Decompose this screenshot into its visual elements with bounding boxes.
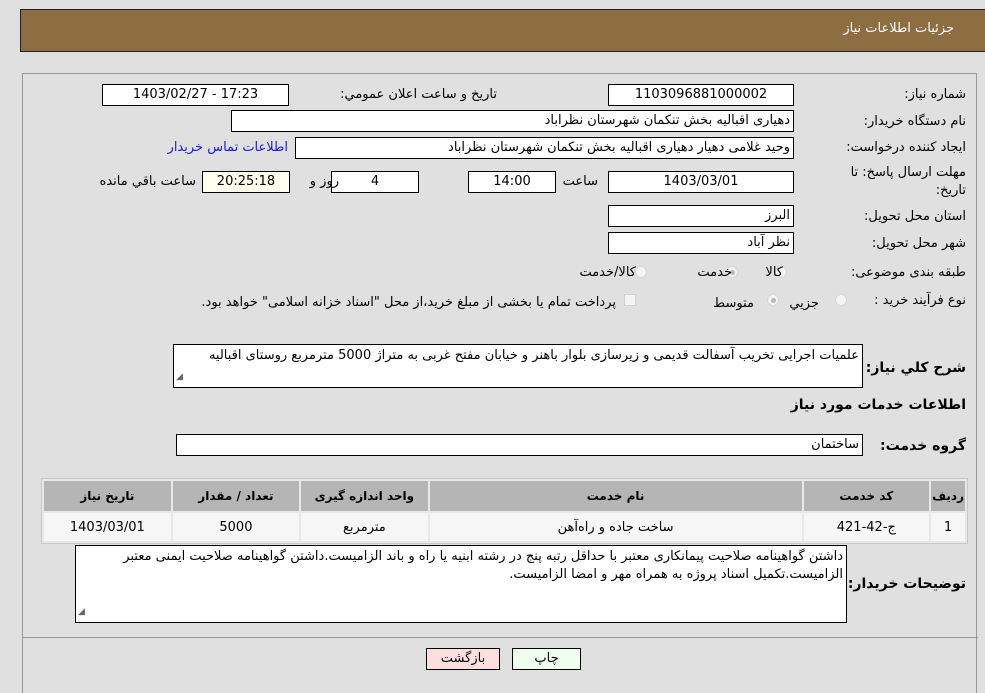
cell-service-code: ج-42-421 [803,513,930,541]
col-need-date: تاریخ نیاز [44,481,171,511]
resize-handle-icon[interactable]: ◢ [78,603,85,621]
buyer-contact-link[interactable]: اطلاعات تماس خریدار [168,140,288,155]
purchase-type-minor-radio[interactable] [835,294,847,306]
summary-label: شرح کلي نیاز: [865,360,966,376]
deadline-time-label: ساعت [562,174,598,189]
footer-divider [23,637,978,638]
announce-datetime-field: 1403/02/27 - 17:23 [102,84,289,106]
category-label: طبقه بندی موضوعی: [850,265,966,280]
purchase-type-medium-label: متوسط [713,296,754,311]
details-panel: شماره نیاز: 1103096881000002 تاریخ و ساع… [22,73,978,693]
deadline-label: مهلت ارسال پاسخ: تا [850,165,966,180]
category-goods-service-label: کالا/خدمت [579,265,636,280]
deadline-date-field: 1403/03/01 [608,171,794,193]
col-unit: واحد اندازه گیری [301,481,428,511]
summary-text: علمیات اجرایی تخریب آسفالت قدیمی و زیرسا… [208,348,859,363]
time-remaining-field: 20:25:18 [202,171,290,193]
treasury-note: پرداخت تمام یا بخشی از مبلغ خرید،از محل … [201,295,616,310]
page-header: جزئیات اطلاعات نیاز [20,9,985,52]
cell-need-date: 1403/03/01 [44,513,171,541]
province-field: البرز [608,205,794,227]
need-number-label: شماره نیاز: [904,87,966,102]
cell-row-number: 1 [931,513,965,541]
time-remaining-label: ساعت باقي مانده [99,174,196,189]
col-service-name: نام خدمت [429,481,802,511]
category-goods-service-radio[interactable] [635,266,647,278]
city-label: شهر محل تحویل: [871,236,966,251]
buyer-notes-textarea[interactable]: داشتن گواهینامه صلاحیت پیمانکاری معتبر ب… [75,545,847,623]
cell-quantity: 5000 [172,513,300,541]
requester-label: ایجاد کننده درخواست: [846,140,966,155]
services-section-title: اطلاعات خدمات مورد نیاز [790,397,966,413]
deadline-time-field: 14:00 [468,171,556,193]
purchase-type-label: نوع فرآیند خرید : [874,293,966,308]
need-number-field: 1103096881000002 [608,84,794,106]
buyer-org-field: دهیاری اقبالیه بخش تنکمان شهرستان نظرابا… [231,110,794,132]
purchase-type-minor-label: جزیي [789,296,819,311]
col-service-code: کد خدمت [803,481,930,511]
announce-datetime-label: تاریخ و ساعت اعلان عمومي: [340,87,497,102]
buyer-org-label: نام دستگاه خریدار: [863,114,966,129]
cell-service-name: ساخت جاده و راه‌آهن [429,513,802,541]
print-button[interactable]: چاپ [512,648,581,670]
service-group-field: ساختمان [176,434,863,456]
days-remaining-field: 4 [331,171,419,193]
buyer-notes-label: توضیحات خریدار: [847,576,966,592]
category-service-label: خدمت [697,265,732,280]
purchase-type-medium-radio[interactable] [767,294,779,306]
buyer-notes-text: داشتن گواهینامه صلاحیت پیمانکاری معتبر ب… [123,549,843,582]
table-header-row: ردیف کد خدمت نام خدمت واحد اندازه گیری ت… [44,481,965,511]
summary-textarea[interactable]: علمیات اجرایی تخریب آسفالت قدیمی و زیرسا… [173,344,863,388]
back-button[interactable]: بازگشت [426,648,500,670]
days-label: روز و [309,174,339,189]
cell-unit: مترمربع [301,513,428,541]
requester-field: وحید غلامی دهیار دهیاری اقبالیه بخش تنکم… [295,137,794,159]
deadline-label-date: تاریخ: [935,183,966,198]
resize-handle-icon[interactable]: ◢ [176,368,183,386]
page-title: جزئیات اطلاعات نیاز [843,21,954,36]
category-goods-label: کالا [765,265,783,280]
city-field: نظر آباد [608,232,794,254]
table-row: 1 ج-42-421 ساخت جاده و راه‌آهن مترمربع 5… [44,513,965,541]
treasury-checkbox[interactable] [624,294,636,306]
province-label: استان محل تحویل: [864,209,966,224]
services-table: ردیف کد خدمت نام خدمت واحد اندازه گیری ت… [41,478,968,544]
col-quantity: تعداد / مقدار [172,481,300,511]
col-row-number: ردیف [931,481,965,511]
service-group-label: گروه خدمت: [880,438,966,454]
